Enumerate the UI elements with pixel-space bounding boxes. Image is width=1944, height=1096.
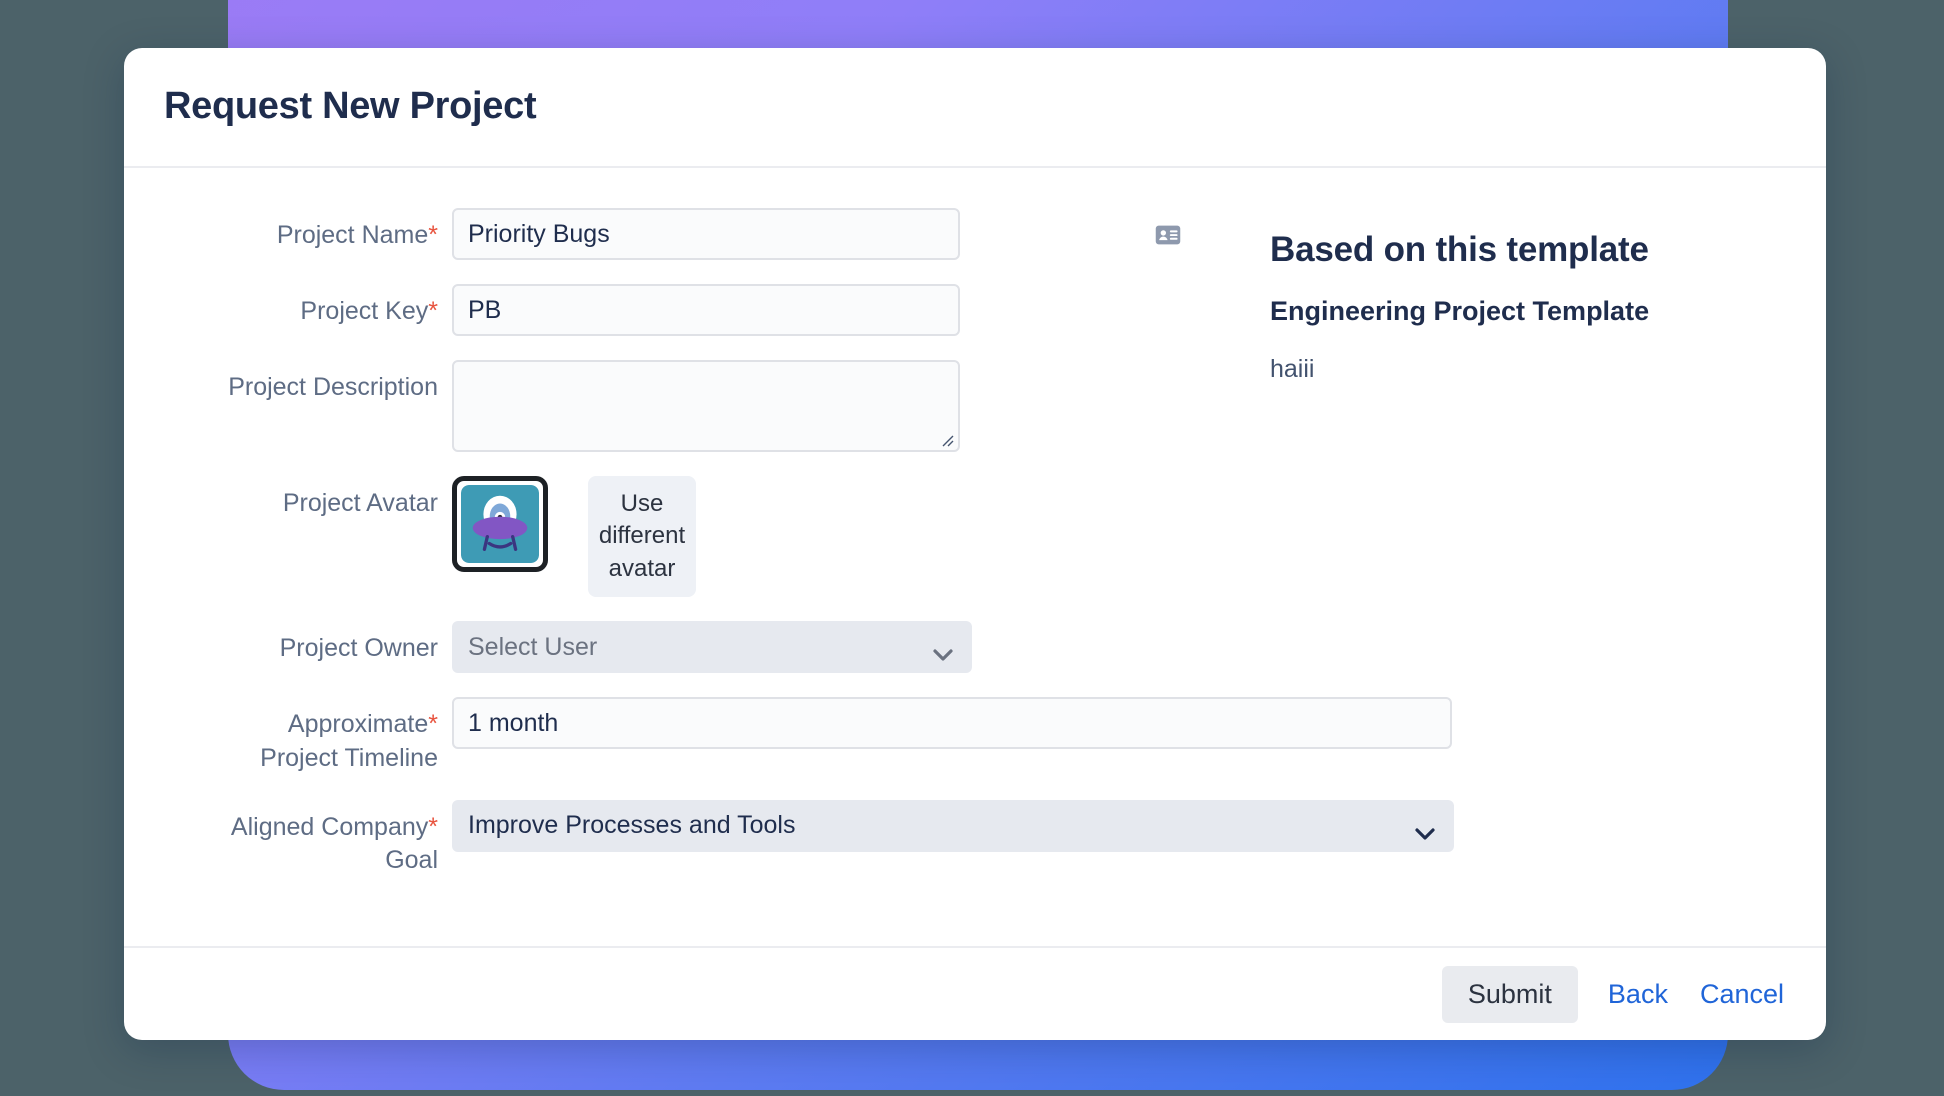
project-description-field-wrap [452,360,1204,452]
project-owner-select[interactable]: Select User [452,621,972,673]
template-description: haiii [1270,355,1786,384]
use-different-avatar-button[interactable]: Use different avatar [588,476,696,597]
request-new-project-dialog: Request New Project Project Name* Priori… [124,48,1826,1040]
form-row-project-owner: Project Owner Select User [164,621,1204,673]
submit-button[interactable]: Submit [1442,966,1578,1023]
project-timeline-input[interactable]: 1 month [452,697,1452,749]
company-goal-label: Aligned Company*Goal [164,800,452,879]
project-name-label: Project Name* [164,208,452,253]
resize-handle-icon[interactable] [938,431,954,447]
project-owner-label: Project Owner [164,621,452,666]
company-goal-value: Improve Processes and Tools [468,811,795,840]
form-row-project-avatar: Project Avatar [164,476,1204,597]
project-avatar-label: Project Avatar [164,476,452,521]
project-key-input[interactable]: PB [452,284,960,336]
project-timeline-label: Approximate*Project Timeline [164,697,452,776]
project-name-field-wrap: Priority Bugs [452,208,1204,260]
form-row-project-timeline: Approximate*Project Timeline 1 month [164,697,1204,776]
project-form: Project Name* Priority Bugs [164,208,1204,946]
template-panel-title: Based on this template [1270,230,1786,270]
project-avatar-selected[interactable] [452,476,548,572]
project-name-input[interactable]: Priority Bugs [452,208,960,260]
required-marker: * [428,813,438,841]
contact-card-icon[interactable] [1154,221,1182,249]
required-marker: * [428,221,438,249]
required-marker: * [428,710,438,738]
page-title: Request New Project [164,84,1786,130]
dialog-footer: Submit Back Cancel [124,948,1826,1040]
chevron-down-icon [1414,819,1436,833]
back-button[interactable]: Back [1606,975,1670,1014]
project-owner-value: Select User [468,633,597,662]
project-avatar-field-wrap: Use different avatar [452,476,1204,597]
chevron-down-icon [932,640,954,654]
form-row-project-key: Project Key* PB [164,284,1204,336]
company-goal-field-wrap: Improve Processes and Tools [452,800,1454,852]
dialog-body: Project Name* Priority Bugs [124,168,1826,946]
form-row-project-description: Project Description [164,360,1204,452]
project-key-label: Project Key* [164,284,452,329]
project-key-field-wrap: PB [452,284,1204,336]
required-marker: * [428,297,438,325]
company-goal-select[interactable]: Improve Processes and Tools [452,800,1454,852]
project-description-textarea[interactable] [452,360,960,452]
template-name: Engineering Project Template [1270,296,1786,327]
project-owner-field-wrap: Select User [452,621,1204,673]
project-timeline-field-wrap: 1 month [452,697,1452,749]
dialog-header: Request New Project [124,48,1826,166]
form-row-project-name: Project Name* Priority Bugs [164,208,1204,260]
project-description-label: Project Description [164,360,452,405]
form-row-company-goal: Aligned Company*Goal Improve Processes a… [164,800,1204,879]
ufo-avatar-icon [461,485,539,563]
cancel-button[interactable]: Cancel [1698,975,1786,1014]
